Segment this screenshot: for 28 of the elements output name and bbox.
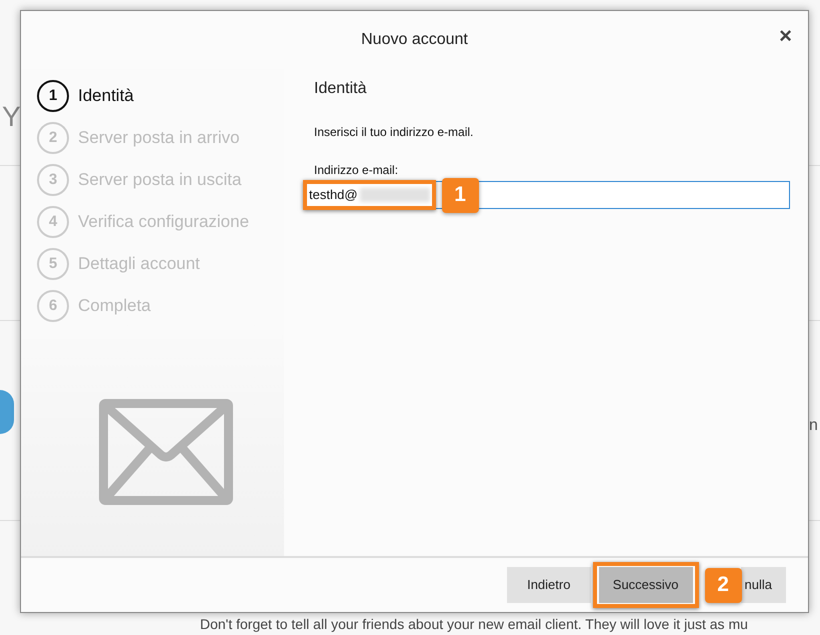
step-label: Dettagli account <box>78 253 200 276</box>
background-text: Don't forget to tell all your friends about your new email client. They will love it just as mu <box>200 615 748 633</box>
step-number: 4 <box>37 206 69 238</box>
step-number: 3 <box>37 164 69 196</box>
step-number: 1 <box>37 80 69 112</box>
instruction-text: Inserisci il tuo indirizzo e-mail. <box>314 124 474 141</box>
background-text: n <box>809 416 818 436</box>
globe-graphic <box>0 390 14 434</box>
callout-badge: 2 <box>704 568 742 602</box>
step-label: Identità <box>78 85 134 108</box>
step-label: Verifica configurazione <box>78 211 250 234</box>
dialog-button[interactable]: nulla <box>740 567 786 603</box>
field-label: Indirizzo e-mail: <box>314 162 400 179</box>
window-title: Nuovo account <box>361 30 468 50</box>
email-value: testhd@ <box>309 186 358 204</box>
callout-badge: 1 <box>442 178 479 212</box>
step-label: Completa <box>78 295 151 318</box>
envelope-icon <box>99 399 233 505</box>
step-number: 6 <box>37 290 69 322</box>
next-button[interactable]: Successivo <box>598 567 693 603</box>
step-number: 2 <box>37 122 69 154</box>
close-button[interactable]: × <box>777 25 794 47</box>
step-label: Server posta in arrivo <box>78 127 240 150</box>
dialog-button[interactable]: Indietro <box>506 567 591 603</box>
section-heading: Identità <box>314 79 368 99</box>
step-label: Server posta in uscita <box>78 169 242 192</box>
step-number: 5 <box>37 248 69 280</box>
background-text: Y <box>2 100 21 134</box>
